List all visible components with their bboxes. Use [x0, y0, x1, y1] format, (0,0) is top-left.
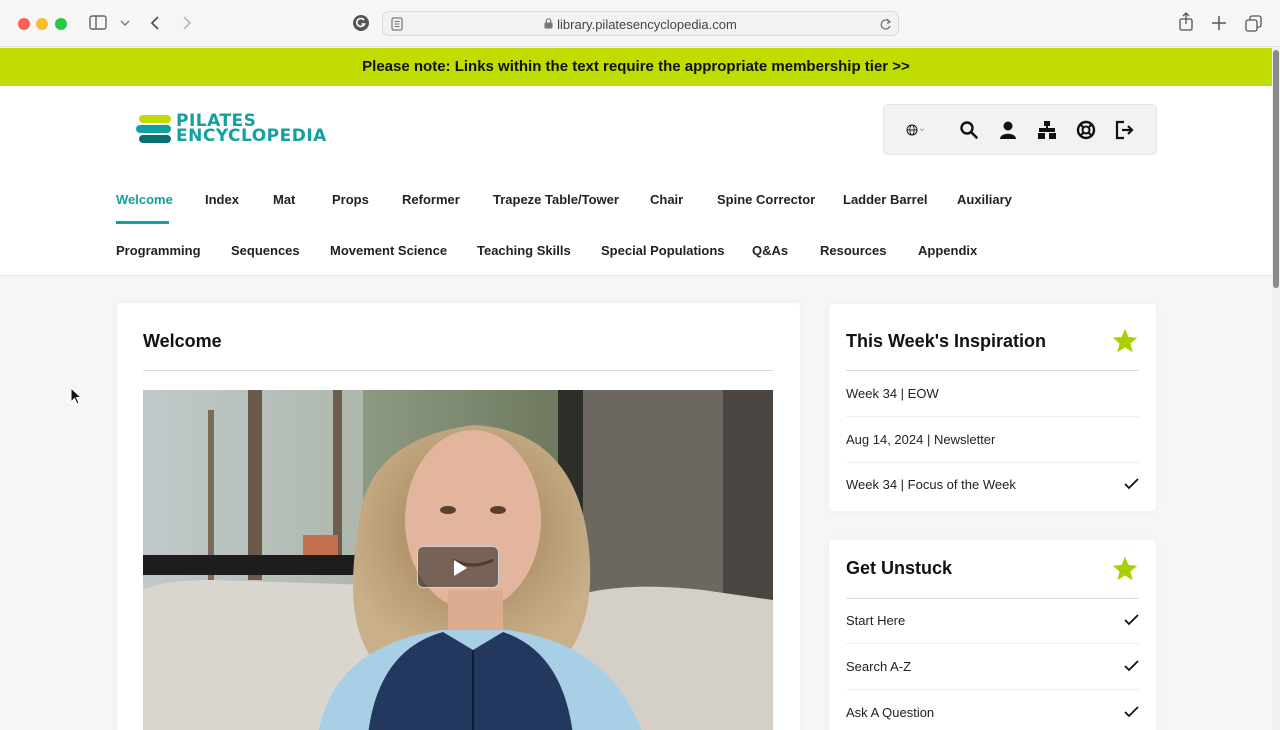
star-icon[interactable]: [1111, 327, 1139, 355]
nav-appendix[interactable]: Appendix: [918, 243, 977, 258]
get-unstuck-divider: [846, 598, 1139, 599]
globe-icon[interactable]: [906, 120, 926, 140]
nav-teaching-skills[interactable]: Teaching Skills: [477, 243, 571, 258]
support-icon[interactable]: [1076, 120, 1096, 140]
nav-mat[interactable]: Mat: [273, 192, 295, 207]
check-icon: [1124, 706, 1139, 718]
row-divider: [846, 643, 1139, 644]
check-icon: [1124, 614, 1139, 626]
nav-spine-corrector[interactable]: Spine Corrector: [717, 192, 815, 207]
title-divider: [143, 370, 773, 371]
logo[interactable]: PILATES ENCYCLOPEDIA: [176, 113, 327, 146]
inspiration-item-newsletter[interactable]: Aug 14, 2024 | Newsletter: [846, 432, 995, 447]
mouse-cursor-icon: [70, 387, 82, 405]
page-title: Welcome: [143, 331, 222, 351]
nav-special-populations[interactable]: Special Populations: [601, 243, 725, 258]
nav-qas[interactable]: Q&As: [752, 243, 788, 258]
nav-sequences[interactable]: Sequences: [231, 243, 300, 258]
star-icon[interactable]: [1111, 555, 1139, 583]
nav-reformer[interactable]: Reformer: [402, 192, 460, 207]
sidebar-toggle-icon[interactable]: [89, 15, 107, 31]
nav-ladder-barrel[interactable]: Ladder Barrel: [843, 192, 928, 207]
close-window-button[interactable]: [18, 18, 30, 30]
nav-auxiliary[interactable]: Auxiliary: [957, 192, 1012, 207]
zoom-window-button[interactable]: [55, 18, 67, 30]
logo-line2: ENCYCLOPEDIA: [176, 126, 327, 146]
site-header: PILATES ENCYCLOPEDIA Welcome Index Mat P…: [0, 86, 1272, 276]
reload-icon[interactable]: [879, 17, 892, 31]
forward-icon[interactable]: [181, 15, 193, 31]
search-icon[interactable]: [959, 120, 979, 140]
nav-movement-science[interactable]: Movement Science: [330, 243, 447, 258]
url-text: library.pilatesencyclopedia.com: [557, 17, 737, 32]
nav-resources[interactable]: Resources: [820, 243, 886, 258]
check-icon: [1124, 478, 1139, 490]
play-button[interactable]: [417, 546, 499, 588]
inspiration-divider: [846, 370, 1139, 371]
sitemap-icon[interactable]: [1037, 120, 1057, 140]
scrollbar-thumb[interactable]: [1273, 50, 1279, 288]
nav-trapeze-table-tower[interactable]: Trapeze Table/Tower: [493, 192, 619, 207]
get-unstuck-title: Get Unstuck: [846, 558, 953, 578]
user-icon[interactable]: [998, 120, 1018, 140]
address-bar[interactable]: library.pilatesencyclopedia.com: [382, 11, 899, 36]
nav-welcome[interactable]: Welcome: [116, 192, 173, 207]
unstuck-item-search-az[interactable]: Search A-Z: [846, 659, 911, 674]
tab-overview-icon[interactable]: [1245, 15, 1263, 33]
back-icon[interactable]: [149, 15, 161, 31]
active-tab-indicator: [116, 221, 169, 224]
browser-toolbar: library.pilatesencyclopedia.com: [0, 0, 1280, 47]
row-divider: [846, 689, 1139, 690]
inspiration-item-focus[interactable]: Week 34 | Focus of the Week: [846, 477, 1016, 492]
nav-chair[interactable]: Chair: [650, 192, 683, 207]
lock-icon: [544, 18, 553, 29]
logout-icon[interactable]: [1115, 120, 1135, 140]
logo-icon[interactable]: [136, 115, 174, 145]
nav-index[interactable]: Index: [205, 192, 239, 207]
inspiration-title: This Week's Inspiration: [846, 331, 1046, 351]
new-tab-icon[interactable]: [1211, 15, 1227, 31]
chevron-down-icon[interactable]: [120, 19, 130, 27]
row-divider: [846, 416, 1139, 417]
membership-notice[interactable]: Please note: Links within the text requi…: [0, 48, 1272, 86]
nav-programming[interactable]: Programming: [116, 243, 201, 258]
inspiration-item-eow[interactable]: Week 34 | EOW: [846, 386, 939, 401]
grammarly-icon[interactable]: [352, 14, 370, 32]
nav-props[interactable]: Props: [332, 192, 369, 207]
unstuck-item-start-here[interactable]: Start Here: [846, 613, 905, 628]
share-icon[interactable]: [1178, 12, 1194, 32]
unstuck-item-ask-question[interactable]: Ask A Question: [846, 705, 934, 720]
row-divider: [846, 462, 1139, 463]
check-icon: [1124, 660, 1139, 672]
play-icon: [454, 560, 467, 576]
site-toolbar: [883, 104, 1157, 155]
minimize-window-button[interactable]: [36, 18, 48, 30]
